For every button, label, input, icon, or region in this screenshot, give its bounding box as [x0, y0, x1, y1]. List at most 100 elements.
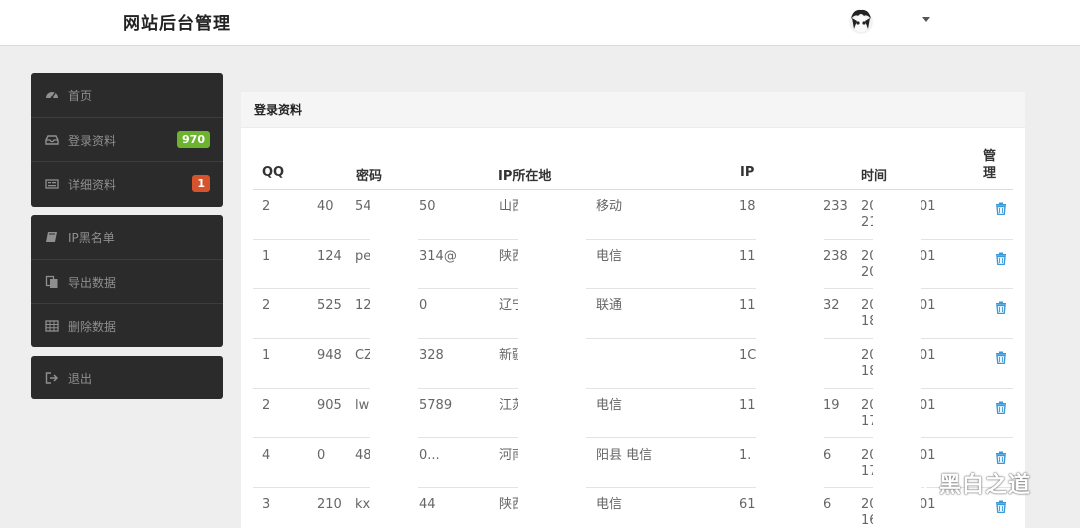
- table-cell: 61: [739, 497, 756, 513]
- sidebar-item-label: 导出数据: [68, 275, 117, 290]
- table-cell: 6: [823, 497, 832, 513]
- column-header-ip-location: IP所在地: [498, 169, 552, 184]
- list-icon: [45, 179, 59, 190]
- trash-icon[interactable]: [995, 252, 1007, 265]
- sidebar-item-home[interactable]: 首页: [31, 73, 223, 118]
- table-cell: 44: [419, 497, 436, 513]
- table-cell: 01: [919, 397, 936, 413]
- table-cell: 电信: [596, 497, 623, 513]
- book-icon: [46, 232, 57, 242]
- table-cell: 210: [317, 497, 342, 513]
- table-cell: 525: [317, 298, 342, 314]
- table-cell: 电信: [596, 397, 623, 413]
- copy-icon: [45, 275, 58, 288]
- table-cell: 01: [919, 497, 936, 513]
- sidebar-group-main: 首页 登录资料 970 详细资料 1: [31, 73, 223, 207]
- panel-title: 登录资料: [241, 92, 1025, 128]
- column-header-password: 密码: [356, 169, 383, 184]
- table-cell: 1.: [739, 447, 752, 463]
- sidebar-item-label: 首页: [68, 89, 93, 103]
- logout-icon: [45, 372, 59, 384]
- user-menu-caret-icon[interactable]: [922, 17, 930, 22]
- watermark: 黑白之道: [893, 463, 1063, 499]
- table-cell: 01: [919, 298, 936, 314]
- dashboard-icon: [46, 92, 58, 99]
- redaction-mask: [370, 191, 418, 528]
- sidebar-item-label: 登录资料: [68, 133, 117, 148]
- trash-icon[interactable]: [995, 500, 1007, 514]
- table-cell: 移动: [596, 199, 623, 214]
- table-cell: 32: [823, 298, 840, 314]
- table-cell: 6: [823, 447, 832, 463]
- table-cell: 18: [739, 199, 756, 214]
- table-cell: 233: [823, 199, 848, 214]
- table-cell: 2: [262, 199, 271, 214]
- table-cell: 0: [317, 447, 326, 463]
- column-header-qq: QQ: [262, 165, 285, 180]
- table-cell: 2: [262, 397, 271, 413]
- sidebar-item-label: 详细资料: [68, 178, 117, 193]
- user-avatar[interactable]: [849, 9, 873, 35]
- sidebar-item-delete-data[interactable]: 删除数据: [31, 304, 223, 349]
- sidebar-group-exit: 退出: [31, 356, 223, 399]
- table-cell: 阳县 电信: [596, 447, 653, 463]
- table-cell: 2: [262, 298, 271, 314]
- inbox-icon: [45, 134, 59, 145]
- login-count-badge: 970: [177, 130, 210, 148]
- trash-icon[interactable]: [995, 202, 1007, 215]
- sidebar-item-label: 删除数据: [68, 320, 117, 335]
- table-cell: lw: [355, 397, 370, 413]
- table-cell: 1: [262, 348, 271, 364]
- table-cell: 11: [739, 248, 756, 264]
- avatar-image-icon: [849, 9, 873, 34]
- table-cell: 905: [317, 397, 342, 413]
- table-cell: 40: [317, 199, 334, 214]
- site-title: 网站后台管理: [123, 14, 231, 34]
- table-cell: 328: [419, 348, 444, 364]
- column-header-manage: 管理: [983, 149, 997, 181]
- sidebar-item-label: 退出: [68, 372, 93, 386]
- table-cell: 19: [823, 397, 840, 413]
- table-cell: 948: [317, 348, 342, 364]
- table-cell: 314@: [419, 248, 457, 264]
- table-cell: 5789: [419, 397, 453, 413]
- trash-icon[interactable]: [995, 401, 1007, 414]
- table-cell: 124: [317, 248, 342, 264]
- table-cell: 1C: [739, 348, 757, 364]
- watermark-text: 黑白之道: [939, 473, 1032, 498]
- table-cell: 11: [739, 397, 756, 413]
- sidebar-group-tools: IP黑名单 导出数据 删除数据: [31, 215, 223, 347]
- column-header-time: 时间: [861, 169, 888, 184]
- sidebar-item-export-data[interactable]: 导出数据: [31, 260, 223, 305]
- sidebar-item-ip-blacklist[interactable]: IP黑名单: [31, 215, 223, 260]
- table-cell: 4: [262, 447, 271, 463]
- table-cell: 50: [419, 199, 436, 214]
- table-cell: 1: [262, 248, 271, 264]
- sidebar-item-logout[interactable]: 退出: [31, 356, 223, 399]
- table-cell: 11: [739, 298, 756, 314]
- sidebar-item-login-data[interactable]: 登录资料 970: [31, 118, 223, 163]
- sidebar-item-label: IP黑名单: [68, 231, 115, 245]
- table-cell: pe: [355, 248, 372, 264]
- table-cell: 01: [919, 248, 936, 264]
- trash-icon[interactable]: [995, 351, 1007, 365]
- table-cell: 联通: [596, 298, 623, 314]
- redaction-mask: [518, 191, 586, 528]
- table-cell: 0: [419, 298, 428, 314]
- table-cell: 3: [262, 497, 271, 513]
- table-cell: 01: [919, 199, 936, 214]
- table-cell: 0...: [419, 447, 440, 463]
- wechat-logo-icon: [895, 466, 928, 492]
- table-icon: [45, 320, 59, 333]
- table-cell: kx: [355, 497, 371, 513]
- column-header-ip: IP: [740, 165, 755, 180]
- trash-icon[interactable]: [995, 451, 1007, 464]
- sidebar-item-detail-data[interactable]: 详细资料 1: [31, 162, 223, 207]
- redaction-mask: [756, 191, 824, 528]
- table-cell: 01: [919, 348, 936, 364]
- trash-icon[interactable]: [995, 301, 1007, 315]
- table-cell: 01: [919, 447, 936, 463]
- detail-count-badge: 1: [192, 175, 210, 193]
- top-bar: 网站后台管理: [0, 0, 1080, 46]
- table-cell: 电信: [596, 248, 623, 264]
